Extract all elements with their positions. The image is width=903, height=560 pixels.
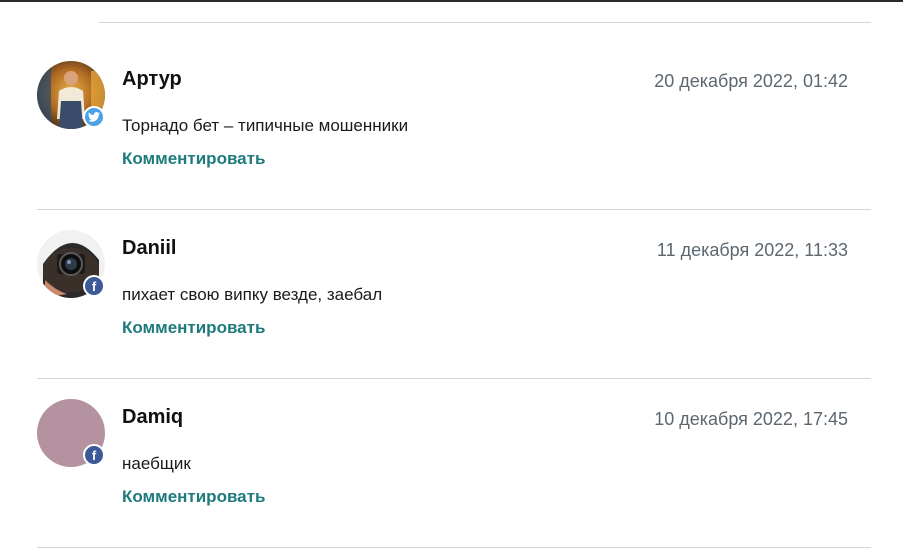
comment-author: Damiq [122, 406, 184, 428]
comment-author: Daniil [122, 237, 177, 259]
avatar-wrap: f [37, 230, 105, 298]
facebook-badge-icon: f [83, 275, 105, 297]
comment-text: наебщик [122, 454, 191, 473]
top-divider [99, 22, 871, 23]
comment-author: Артур [122, 68, 182, 90]
facebook-f-icon: f [91, 447, 97, 463]
top-edge-bar [0, 0, 903, 2]
comment-divider [37, 547, 871, 548]
comment-item: f Damiq 10 декабря 2022, 17:45 наебщик К… [37, 379, 871, 548]
comment-date: 20 декабря 2022, 01:42 [654, 71, 848, 91]
comment-date: 10 декабря 2022, 17:45 [654, 409, 848, 429]
comment-text: Торнадо бет – типичные мошенники [122, 116, 409, 135]
comment-date: 11 декабря 2022, 11:33 [656, 240, 848, 260]
comment-item: Артур 20 декабря 2022, 01:42 Торнадо бет… [37, 41, 871, 210]
reply-button[interactable]: Комментировать [122, 149, 265, 169]
reply-button[interactable]: Комментировать [122, 318, 265, 338]
twitter-bird-icon [88, 112, 100, 122]
facebook-f-icon: f [91, 278, 97, 294]
comment-item: f Daniil 11 декабря 2022, 11:33 пихает с… [37, 210, 871, 379]
twitter-badge-icon [83, 106, 105, 128]
reply-button[interactable]: Комментировать [122, 487, 265, 507]
avatar-wrap [37, 61, 105, 129]
comment-text: пихает свою випку везде, заебал [122, 285, 383, 304]
facebook-badge-icon: f [83, 444, 105, 466]
avatar-wrap: f [37, 399, 105, 467]
